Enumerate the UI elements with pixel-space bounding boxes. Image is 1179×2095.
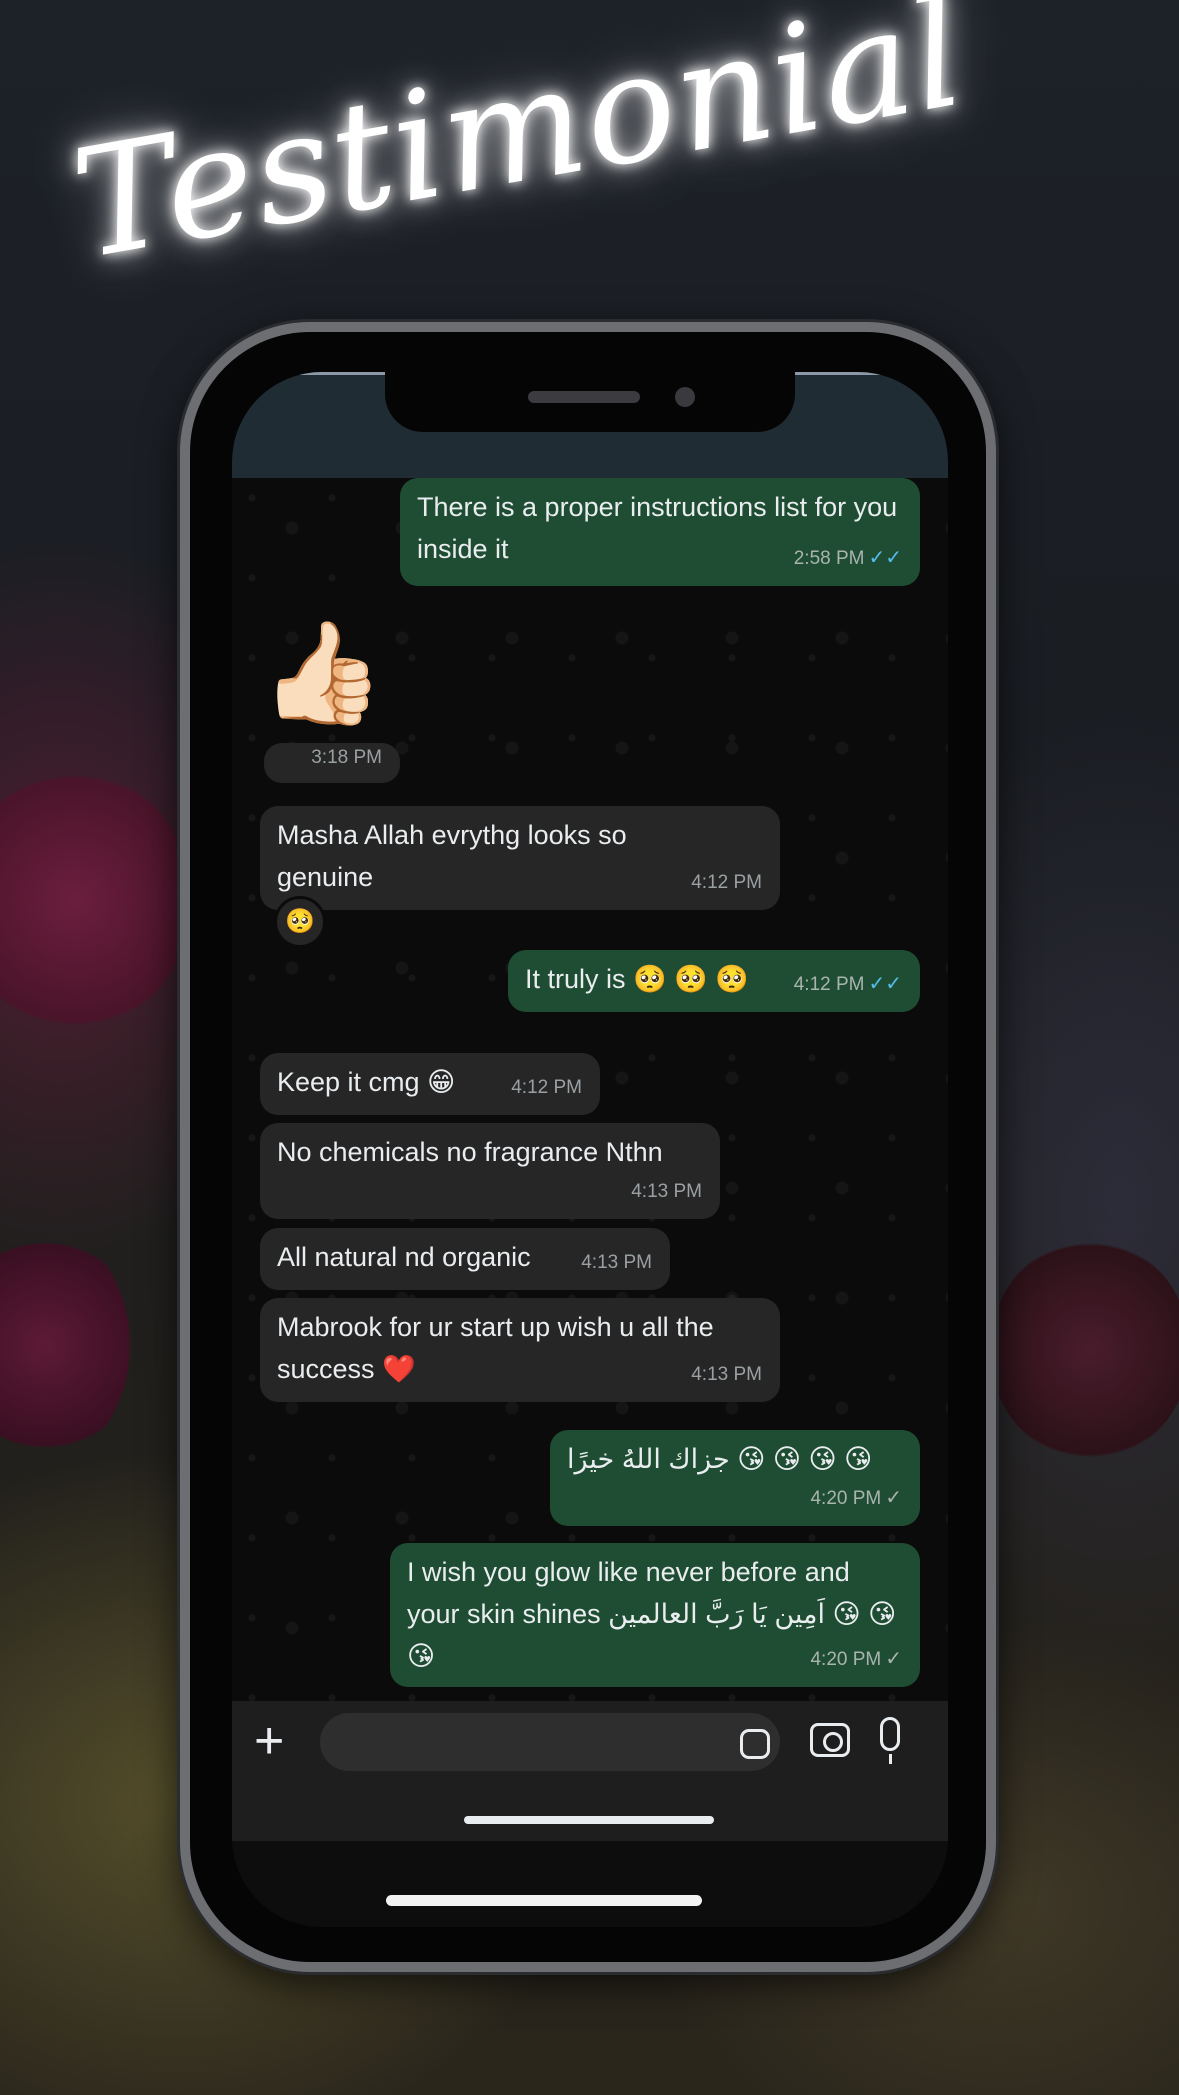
message-text: It truly is 🥺 🥺 🥺 — [525, 964, 749, 994]
message-time: 4:20 PM — [810, 1488, 882, 1509]
message-bubble-outgoing[interactable]: جزاك اللهُ خيرًا 😘 😘 😘 😘 4:20 PM ✓ — [550, 1430, 920, 1526]
message-text: All natural nd organic — [277, 1242, 531, 1272]
message-text: جزاك اللهُ خيرًا 😘 😘 😘 😘 — [567, 1444, 873, 1474]
message-time: 4:12 PM — [511, 1077, 582, 1098]
message-bubble-incoming[interactable]: Mabrook for ur start up wish u all the s… — [260, 1298, 780, 1402]
brand-coins-right — [990, 1240, 1179, 1460]
message-time: 2:58 PM — [793, 548, 865, 569]
message-bubble-incoming[interactable]: Keep it cmg 😁 4:12 PM — [260, 1053, 600, 1115]
home-indicator[interactable] — [386, 1895, 702, 1906]
delivered-tick-icon: ✓ — [885, 1648, 902, 1670]
delivered-tick-icon: ✓ — [885, 1487, 902, 1509]
message-bubble-incoming[interactable]: No chemicals no fragrance Nthn 4:13 PM — [260, 1123, 720, 1219]
camera-icon[interactable] — [810, 1723, 850, 1757]
thumbs-up-sticker[interactable]: 👍🏻 — [260, 618, 385, 728]
message-time: 4:12 PM — [691, 872, 762, 893]
message-time: 4:20 PM — [810, 1649, 882, 1670]
message-reaction[interactable]: 🥺 — [274, 896, 326, 948]
message-bubble-incoming[interactable]: All natural nd organic 4:13 PM — [260, 1228, 670, 1290]
message-time: 4:12 PM — [793, 974, 865, 995]
message-time: 4:13 PM — [631, 1181, 702, 1202]
message-composer: + — [232, 1701, 948, 1841]
phone-lower-bezel — [232, 1841, 948, 1927]
message-bubble-outgoing[interactable]: I wish you glow like never before and yo… — [390, 1543, 920, 1687]
phone-front-camera — [675, 387, 695, 407]
phone-screen: There is a proper instructions list for … — [232, 372, 948, 1927]
microphone-icon[interactable] — [880, 1717, 900, 1764]
phone-speaker — [528, 391, 640, 403]
message-input[interactable] — [320, 1713, 780, 1771]
message-bubble-incoming[interactable]: Masha Allah evrythg looks so genuine 4:1… — [260, 806, 780, 910]
chat-area[interactable]: There is a proper instructions list for … — [232, 478, 948, 1701]
message-bubble-outgoing[interactable]: It truly is 🥺 🥺 🥺 4:12 PM ✓✓ — [508, 950, 920, 1012]
message-time: 4:13 PM — [691, 1364, 762, 1385]
message-text: No chemicals no fragrance Nthn — [277, 1137, 663, 1167]
read-ticks-icon: ✓✓ — [868, 547, 902, 569]
app-home-indicator — [464, 1816, 714, 1824]
message-text: Masha Allah evrythg looks so genuine — [277, 820, 627, 892]
message-time: 3:18 PM — [311, 747, 382, 768]
message-bubble-outgoing[interactable]: There is a proper instructions list for … — [400, 478, 920, 586]
message-time: 4:13 PM — [581, 1252, 652, 1273]
read-ticks-icon: ✓✓ — [868, 973, 902, 995]
plus-icon[interactable]: + — [254, 1711, 284, 1771]
sticker-icon[interactable] — [740, 1729, 770, 1759]
message-time-pill: 3:18 PM — [264, 743, 400, 783]
message-text: Keep it cmg 😁 — [277, 1067, 456, 1097]
